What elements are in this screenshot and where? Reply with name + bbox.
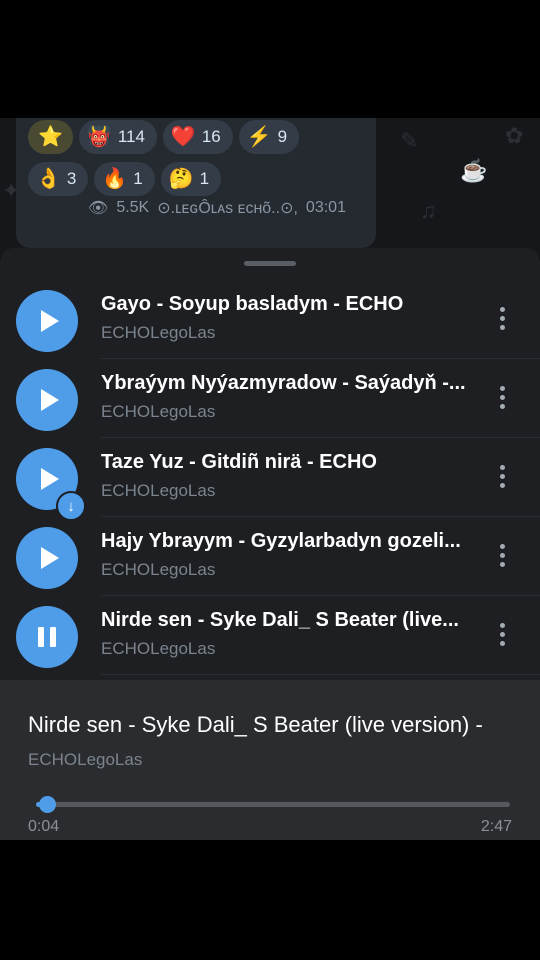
play-icon [40, 389, 59, 411]
play-icon [40, 547, 59, 569]
fire-icon: 🔥 [102, 168, 128, 190]
track-row[interactable]: Hajy Ybrayym - Gyzylarbadyn gozeli... ECH… [0, 518, 540, 596]
now-playing-title: Nirde sen - Syke Dali_ S Beater (live ve… [28, 712, 483, 737]
doodle-icon: ☕ [460, 158, 488, 183]
message-time: 03:01 [305, 199, 346, 216]
now-playing-artist: ECHOLegoLas [28, 750, 143, 769]
reaction-count: 3 [66, 169, 77, 188]
current-time: 0:04 [28, 818, 60, 835]
reaction-chip[interactable]: 🔥 1 [94, 162, 155, 196]
track-row[interactable]: Ybraýym Nyýazmyradow - Saýadyň -... ECHOL… [0, 360, 540, 438]
reaction-chip[interactable]: 🤔 1 [160, 162, 222, 196]
track-row[interactable]: ↓ Taze Yuz - Gitdiñ nirä - ECHO ECHOLegoLa… [0, 439, 540, 521]
message-author: ⊙.ʟᴇɢÔʟᴀs ᴇᴄʜõ..⊙, [157, 200, 298, 217]
seek-bar[interactable] [36, 796, 510, 813]
reaction-count: 114 [117, 127, 145, 146]
thinking-icon: 🤔 [168, 168, 194, 190]
track-artist: ECHOLegoLas [101, 402, 216, 421]
more-options-icon[interactable] [492, 307, 512, 330]
track-title: Gayo - Soyup basladym - ECHO [101, 293, 404, 315]
track-artist: ECHOLegoLas [101, 323, 216, 342]
reaction-count: 1 [199, 169, 210, 188]
track-row[interactable]: Gayo - Soyup basladym - ECHO ECHOLegoLas [0, 281, 540, 359]
doodle-icon: ✿ [505, 123, 524, 148]
track-title: Ybraýym Nyýazmyradow - Saýadyň -... [101, 372, 466, 394]
reaction-chip[interactable]: ⭐ [28, 120, 73, 154]
devil-icon: 👹 [86, 126, 112, 148]
reaction-chip[interactable]: 👹 114 [78, 120, 157, 154]
ok-hand-icon: 👌 [36, 168, 61, 190]
track-artist: ECHOLegoLas [101, 639, 216, 658]
divider [101, 516, 540, 517]
message-meta: 👁 5.5K ⊙.ʟᴇɢÔʟᴀs ᴇᴄʜõ..⊙, 03:01 [88, 198, 346, 218]
heart-icon: ❤️ [170, 126, 196, 148]
reactions-row: 👌 3 🔥 1 🤔 1 [28, 162, 222, 196]
reaction-count: 1 [133, 169, 143, 188]
doodle-icon: ✎ [400, 128, 419, 153]
star-icon: ⭐ [38, 126, 63, 148]
divider [101, 358, 540, 359]
reaction-chip[interactable]: ⚡ 9 [238, 120, 300, 154]
divider [101, 674, 540, 675]
more-options-icon[interactable] [492, 465, 512, 488]
track-artist: ECHOLegoLas [101, 560, 216, 579]
play-button[interactable] [16, 290, 78, 352]
reaction-count: 9 [277, 127, 288, 146]
track-title: Nirde sen - Syke Dali_ S Beater (live... [101, 609, 459, 631]
reaction-chip[interactable]: 👌 3 [28, 162, 89, 196]
sheet-drag-handle[interactable] [244, 261, 296, 266]
pause-button[interactable] [16, 606, 78, 668]
more-options-icon[interactable] [492, 386, 512, 409]
more-options-icon[interactable] [492, 623, 512, 646]
download-icon[interactable]: ↓ [56, 491, 86, 521]
doodle-icon: ♫ [420, 198, 437, 223]
play-button[interactable] [16, 527, 78, 589]
track-title: Taze Yuz - Gitdiñ nirä - ECHO [101, 451, 377, 473]
track-title: Hajy Ybrayym - Gyzylarbadyn gozeli... [101, 530, 461, 552]
play-icon [40, 468, 59, 490]
pause-icon [38, 627, 56, 647]
total-time: 2:47 [480, 818, 512, 835]
track-row[interactable]: Nirde sen - Syke Dali_ S Beater (live...… [0, 597, 540, 675]
play-button[interactable] [16, 369, 78, 431]
more-options-icon[interactable] [492, 544, 512, 567]
divider [101, 437, 540, 438]
divider [101, 595, 540, 596]
play-icon [40, 310, 59, 332]
view-count: 5.5K [116, 199, 150, 216]
lightning-icon: ⚡ [246, 126, 272, 148]
reaction-chip[interactable]: ❤️ 16 [162, 120, 233, 154]
reactions-row: ⭐ 👹 114 ❤️ 16 ⚡ 9 [28, 120, 300, 154]
reaction-count: 16 [201, 127, 221, 146]
eye-icon: 👁 [88, 200, 109, 217]
track-artist: ECHOLegoLas [101, 481, 216, 500]
